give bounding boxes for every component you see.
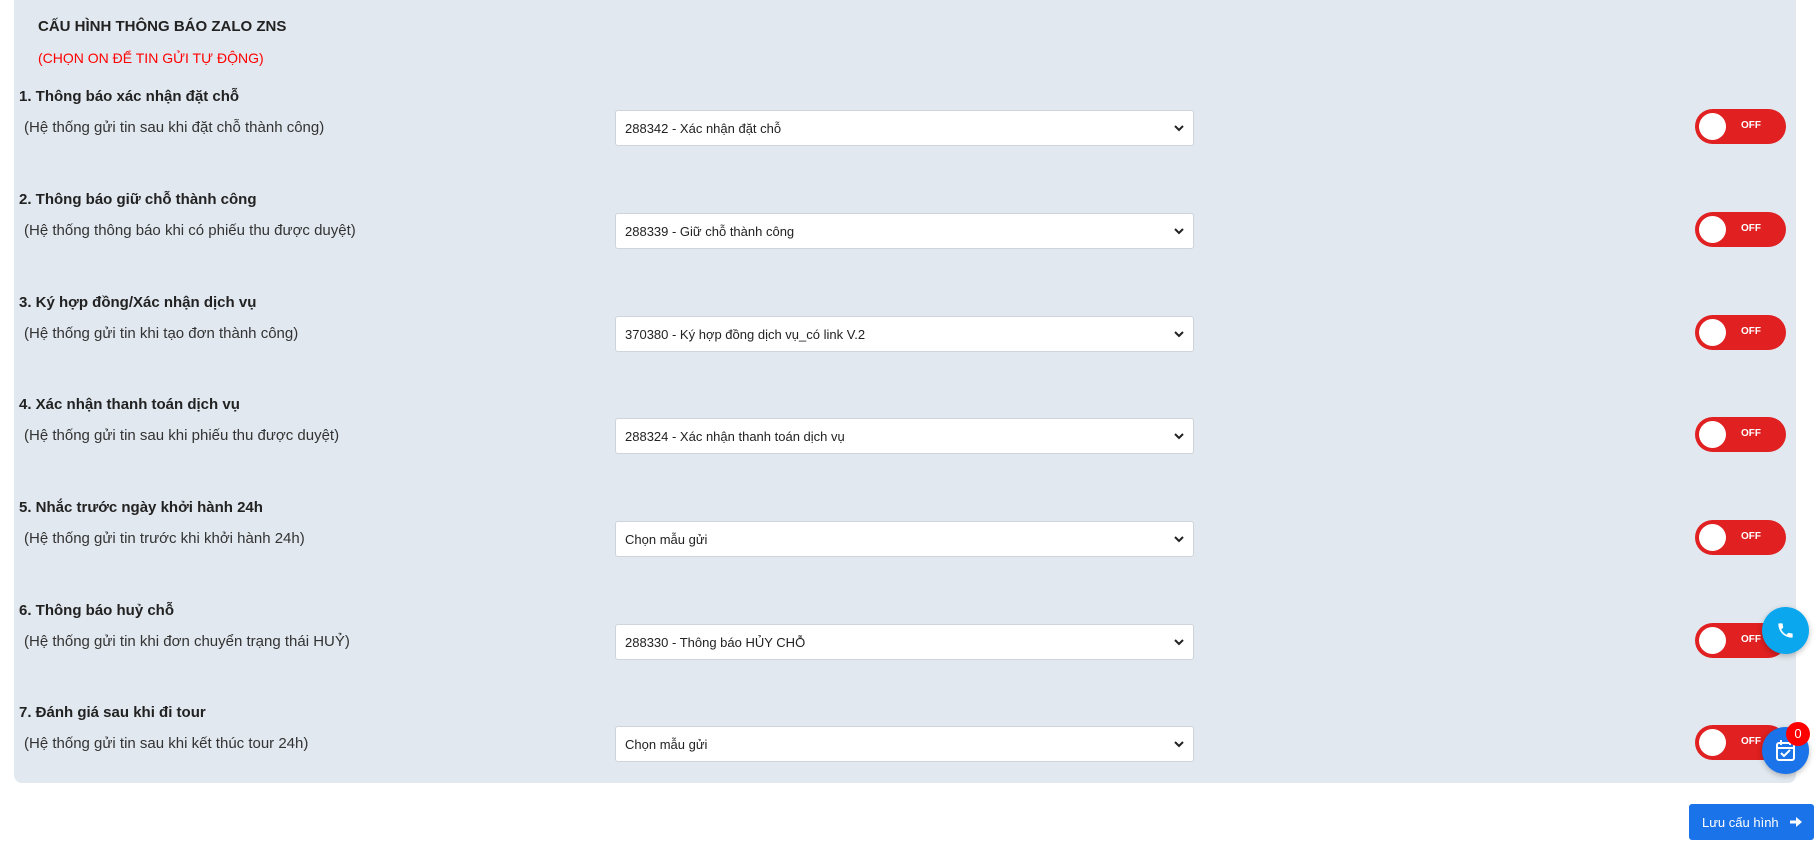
row-description: (Hệ thống gửi tin khi đơn chuyển trạng t… — [24, 633, 350, 650]
toggle-label: OFF — [1741, 223, 1761, 234]
template-select[interactable]: 288330 - Thông báo HỦY CHỖ — [615, 624, 1194, 660]
template-select-value: 288339 - Giữ chỗ thành công — [625, 224, 795, 239]
row-heading: 6. Thông báo huỷ chỗ — [19, 602, 174, 619]
row-heading: 7. Đánh giá sau khi đi tour — [19, 704, 206, 721]
toggle-label: OFF — [1741, 634, 1761, 645]
save-config-label: Lưu cấu hình — [1702, 815, 1779, 830]
template-select[interactable]: 288339 - Giữ chỗ thành công — [615, 213, 1194, 249]
toggle-label: OFF — [1741, 736, 1761, 747]
template-select[interactable]: Chọn mẫu gửi — [615, 726, 1194, 762]
config-row-5: 5. Nhắc trước ngày khởi hành 24h (Hệ thố… — [0, 499, 1818, 579]
toggle-knob — [1699, 729, 1726, 756]
toggle-label: OFF — [1741, 326, 1761, 337]
toggle-knob — [1699, 627, 1726, 654]
config-row-6: 6. Thông báo huỷ chỗ (Hệ thống gửi tin k… — [0, 602, 1818, 682]
row-description: (Hệ thống gửi tin sau khi đặt chỗ thành … — [24, 119, 325, 136]
toggle-label: OFF — [1741, 428, 1761, 439]
toggle-knob — [1699, 319, 1726, 346]
page-subtitle: (CHỌN ON ĐỂ TIN GỬI TỰ ĐỘNG) — [38, 50, 264, 66]
template-select-value: Chọn mẫu gửi — [625, 532, 708, 547]
row-description: (Hệ thống gửi tin khi tạo đơn thành công… — [24, 325, 299, 342]
template-select-value: 370380 - Ký hợp đồng dịch vụ_có link V.2 — [625, 327, 866, 342]
config-row-1: 1. Thông báo xác nhận đặt chỗ (Hệ thống … — [0, 88, 1818, 168]
row-heading: 2. Thông báo giữ chỗ thành công — [19, 191, 257, 208]
template-select[interactable]: 370380 - Ký hợp đồng dịch vụ_có link V.2 — [615, 316, 1194, 352]
toggle-label: OFF — [1741, 531, 1761, 542]
template-select-value: 288324 - Xác nhận thanh toán dịch vụ — [625, 429, 845, 444]
row-heading: 4. Xác nhận thanh toán dịch vụ — [19, 396, 240, 413]
auto-send-toggle[interactable]: OFF — [1695, 417, 1786, 452]
row-description: (Hệ thống thông báo khi có phiếu thu đượ… — [24, 222, 356, 239]
template-select[interactable]: Chọn mẫu gửi — [615, 521, 1194, 557]
row-description: (Hệ thống gửi tin trước khi khởi hành 24… — [24, 530, 305, 547]
auto-send-toggle[interactable]: OFF — [1695, 315, 1786, 350]
config-row-2: 2. Thông báo giữ chỗ thành công (Hệ thốn… — [0, 191, 1818, 271]
phone-call-button[interactable] — [1762, 607, 1809, 654]
template-select-value: 288330 - Thông báo HỦY CHỖ — [625, 635, 806, 650]
row-heading: 3. Ký hợp đồng/Xác nhận dịch vụ — [19, 294, 257, 311]
chevron-down-icon — [1174, 433, 1184, 440]
save-config-button[interactable]: Lưu cấu hình — [1689, 804, 1814, 840]
row-description: (Hệ thống gửi tin sau khi kết thúc tour … — [24, 735, 309, 752]
auto-send-toggle[interactable]: OFF — [1695, 520, 1786, 555]
template-select[interactable]: 288324 - Xác nhận thanh toán dịch vụ — [615, 418, 1194, 454]
toggle-knob — [1699, 216, 1726, 243]
chevron-down-icon — [1174, 228, 1184, 235]
config-row-3: 3. Ký hợp đồng/Xác nhận dịch vụ (Hệ thốn… — [0, 294, 1818, 374]
arrow-right-icon — [1790, 817, 1802, 827]
chevron-down-icon — [1174, 536, 1184, 543]
toggle-knob — [1699, 421, 1726, 448]
row-description: (Hệ thống gửi tin sau khi phiếu thu được… — [24, 427, 340, 444]
phone-icon — [1778, 623, 1793, 638]
page-title: CẤU HÌNH THÔNG BÁO ZALO ZNS — [38, 18, 287, 35]
toggle-knob — [1699, 524, 1726, 551]
auto-send-toggle[interactable]: OFF — [1695, 109, 1786, 144]
template-select-value: 288342 - Xác nhận đặt chỗ — [625, 121, 782, 136]
config-row-4: 4. Xác nhận thanh toán dịch vụ (Hệ thống… — [0, 396, 1818, 476]
row-heading: 5. Nhắc trước ngày khởi hành 24h — [19, 499, 263, 516]
config-row-7: 7. Đánh giá sau khi đi tour (Hệ thống gử… — [0, 704, 1818, 784]
chevron-down-icon — [1174, 125, 1184, 132]
toggle-knob — [1699, 113, 1726, 140]
chevron-down-icon — [1174, 331, 1184, 338]
cart-count-badge: 0 — [1786, 722, 1810, 746]
toggle-label: OFF — [1741, 120, 1761, 131]
template-select[interactable]: 288342 - Xác nhận đặt chỗ — [615, 110, 1194, 146]
auto-send-toggle[interactable]: OFF — [1695, 212, 1786, 247]
template-select-value: Chọn mẫu gửi — [625, 737, 708, 752]
chevron-down-icon — [1174, 639, 1184, 646]
chevron-down-icon — [1174, 741, 1184, 748]
row-heading: 1. Thông báo xác nhận đặt chỗ — [19, 88, 240, 105]
